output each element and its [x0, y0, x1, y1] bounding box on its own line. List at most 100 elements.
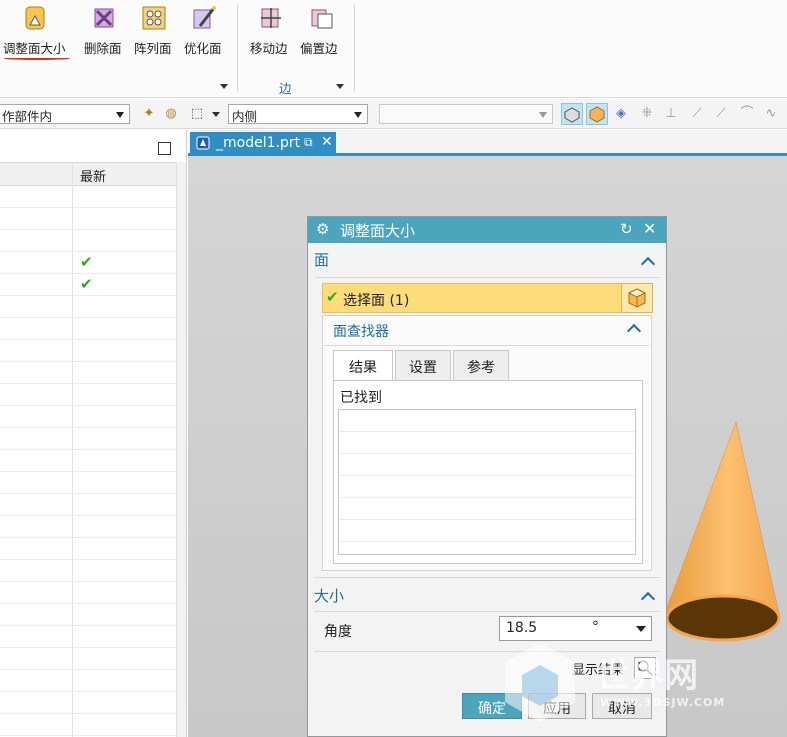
table-row[interactable]: [0, 340, 176, 362]
face-group-dropdown[interactable]: [220, 84, 228, 89]
snap-point-icon[interactable]: ✦: [140, 105, 158, 123]
tab-content: 已找到: [333, 380, 643, 564]
table-row[interactable]: [0, 516, 176, 538]
table-row[interactable]: [0, 230, 176, 252]
collapse-icon[interactable]: [640, 256, 656, 272]
dialog-title: 调整面大小: [340, 222, 416, 240]
table-row[interactable]: [0, 318, 176, 340]
line-icon[interactable]: ⟋: [688, 105, 706, 123]
angle-label: 角度: [324, 624, 352, 640]
table-row[interactable]: [0, 494, 176, 516]
check-icon: ✔: [80, 253, 93, 271]
file-tabbar: _model1.prt ⧉ ✕: [188, 130, 787, 156]
pattern-face-label: 阵列面: [134, 41, 172, 56]
cube-icon: [589, 106, 605, 123]
table-row[interactable]: [0, 208, 176, 230]
chevron-down-icon[interactable]: [636, 626, 646, 632]
tab-results-label: 结果: [349, 360, 377, 376]
rectangle-select-icon[interactable]: ⬚: [188, 105, 206, 123]
angle-field[interactable]: 18.5 °: [499, 616, 652, 641]
delete-face-icon: [94, 8, 114, 28]
table-row[interactable]: [0, 538, 176, 560]
size-section-header[interactable]: 大小: [314, 585, 344, 611]
solid-cube-icon[interactable]: ◈: [612, 105, 630, 123]
navigator-scrollbar[interactable]: [176, 162, 186, 737]
watermark-text: 世界网: [596, 656, 698, 696]
side-combo[interactable]: 内侧: [228, 104, 368, 124]
collapse-icon[interactable]: [640, 591, 656, 607]
collapse-icon[interactable]: [626, 323, 642, 339]
list-item[interactable]: [339, 498, 635, 520]
cube-icon: [627, 288, 647, 308]
list-item[interactable]: [339, 520, 635, 542]
table-row[interactable]: [0, 450, 176, 472]
list-item[interactable]: [339, 476, 635, 498]
close-icon[interactable]: ✕: [321, 134, 333, 150]
gear-icon: ⚙: [316, 220, 330, 238]
angle-unit: °: [592, 619, 599, 635]
part-navigator: 最新 ✔ ✔: [0, 130, 187, 737]
edge-group-label: 边: [279, 81, 292, 96]
column-latest: 最新: [80, 170, 107, 185]
divider: [314, 611, 660, 612]
table-row[interactable]: ✔: [0, 252, 176, 274]
tab-reference[interactable]: 参考: [453, 350, 509, 380]
select-face-row[interactable]: ✔ 选择面 (1): [322, 283, 653, 313]
angle-value: 18.5: [506, 620, 538, 636]
divider: [325, 345, 649, 346]
size-section-title: 大小: [314, 587, 345, 605]
filter-combo[interactable]: [379, 104, 553, 124]
scope-combo[interactable]: 作部件内: [0, 104, 130, 124]
list-item[interactable]: [339, 432, 635, 454]
maximize-icon[interactable]: [158, 142, 171, 155]
table-row[interactable]: [0, 692, 176, 714]
table-row[interactable]: [0, 384, 176, 406]
tab-reference-label: 参考: [467, 360, 495, 376]
move-edge-icon: [261, 8, 281, 28]
table-row[interactable]: [0, 582, 176, 604]
list-item[interactable]: [339, 454, 635, 476]
spline-icon[interactable]: ∿: [762, 105, 780, 123]
tangent-icon[interactable]: ⟋: [712, 105, 730, 123]
face-section-header[interactable]: 面: [314, 249, 329, 275]
face-finder-title: 面查找器: [333, 324, 389, 340]
table-row[interactable]: [0, 186, 176, 208]
table-row[interactable]: [0, 362, 176, 384]
curve-icon[interactable]: ⌒: [738, 105, 756, 123]
group-separator: [237, 4, 238, 92]
edge-group-dropdown[interactable]: [336, 84, 344, 89]
table-row[interactable]: [0, 428, 176, 450]
cone-model[interactable]: [660, 420, 787, 645]
table-row[interactable]: [0, 296, 176, 318]
body-filter-toggle[interactable]: [586, 103, 608, 125]
dialog-titlebar[interactable]: ⚙ 调整面大小 ↻ ✕: [308, 217, 666, 243]
table-row[interactable]: [0, 472, 176, 494]
optimize-face-icon: [193, 6, 216, 29]
face-selector-button[interactable]: [621, 283, 653, 313]
table-row[interactable]: [0, 714, 176, 736]
globe-icon[interactable]: ◍: [162, 105, 180, 123]
table-row[interactable]: [0, 626, 176, 648]
table-row[interactable]: [0, 670, 176, 692]
file-tab[interactable]: _model1.prt ⧉ ✕: [190, 132, 336, 156]
table-row[interactable]: [0, 560, 176, 582]
face-filter-toggle[interactable]: [561, 103, 583, 125]
list-item[interactable]: [339, 410, 635, 432]
face-select-icon: [564, 107, 580, 123]
parallel-icon[interactable]: ⊥: [662, 105, 680, 123]
table-row[interactable]: [0, 648, 176, 670]
tab-settings[interactable]: 设置: [395, 350, 451, 380]
snap-grid-icon[interactable]: ⁜: [638, 105, 656, 123]
resize-face-icon: [25, 6, 45, 30]
table-row[interactable]: [0, 406, 176, 428]
face-finder-panel: 面查找器 结果 设置 参考 已找到: [322, 315, 652, 571]
close-icon[interactable]: ✕: [643, 219, 656, 238]
reset-icon[interactable]: ↻: [620, 220, 633, 238]
tab-results[interactable]: 结果: [333, 350, 393, 381]
found-list[interactable]: [338, 409, 636, 555]
divider: [314, 577, 660, 578]
select-mode-dropdown[interactable]: [212, 112, 220, 117]
table-row[interactable]: [0, 604, 176, 626]
table-row[interactable]: ✔: [0, 274, 176, 296]
chevron-down-icon: [354, 112, 362, 118]
